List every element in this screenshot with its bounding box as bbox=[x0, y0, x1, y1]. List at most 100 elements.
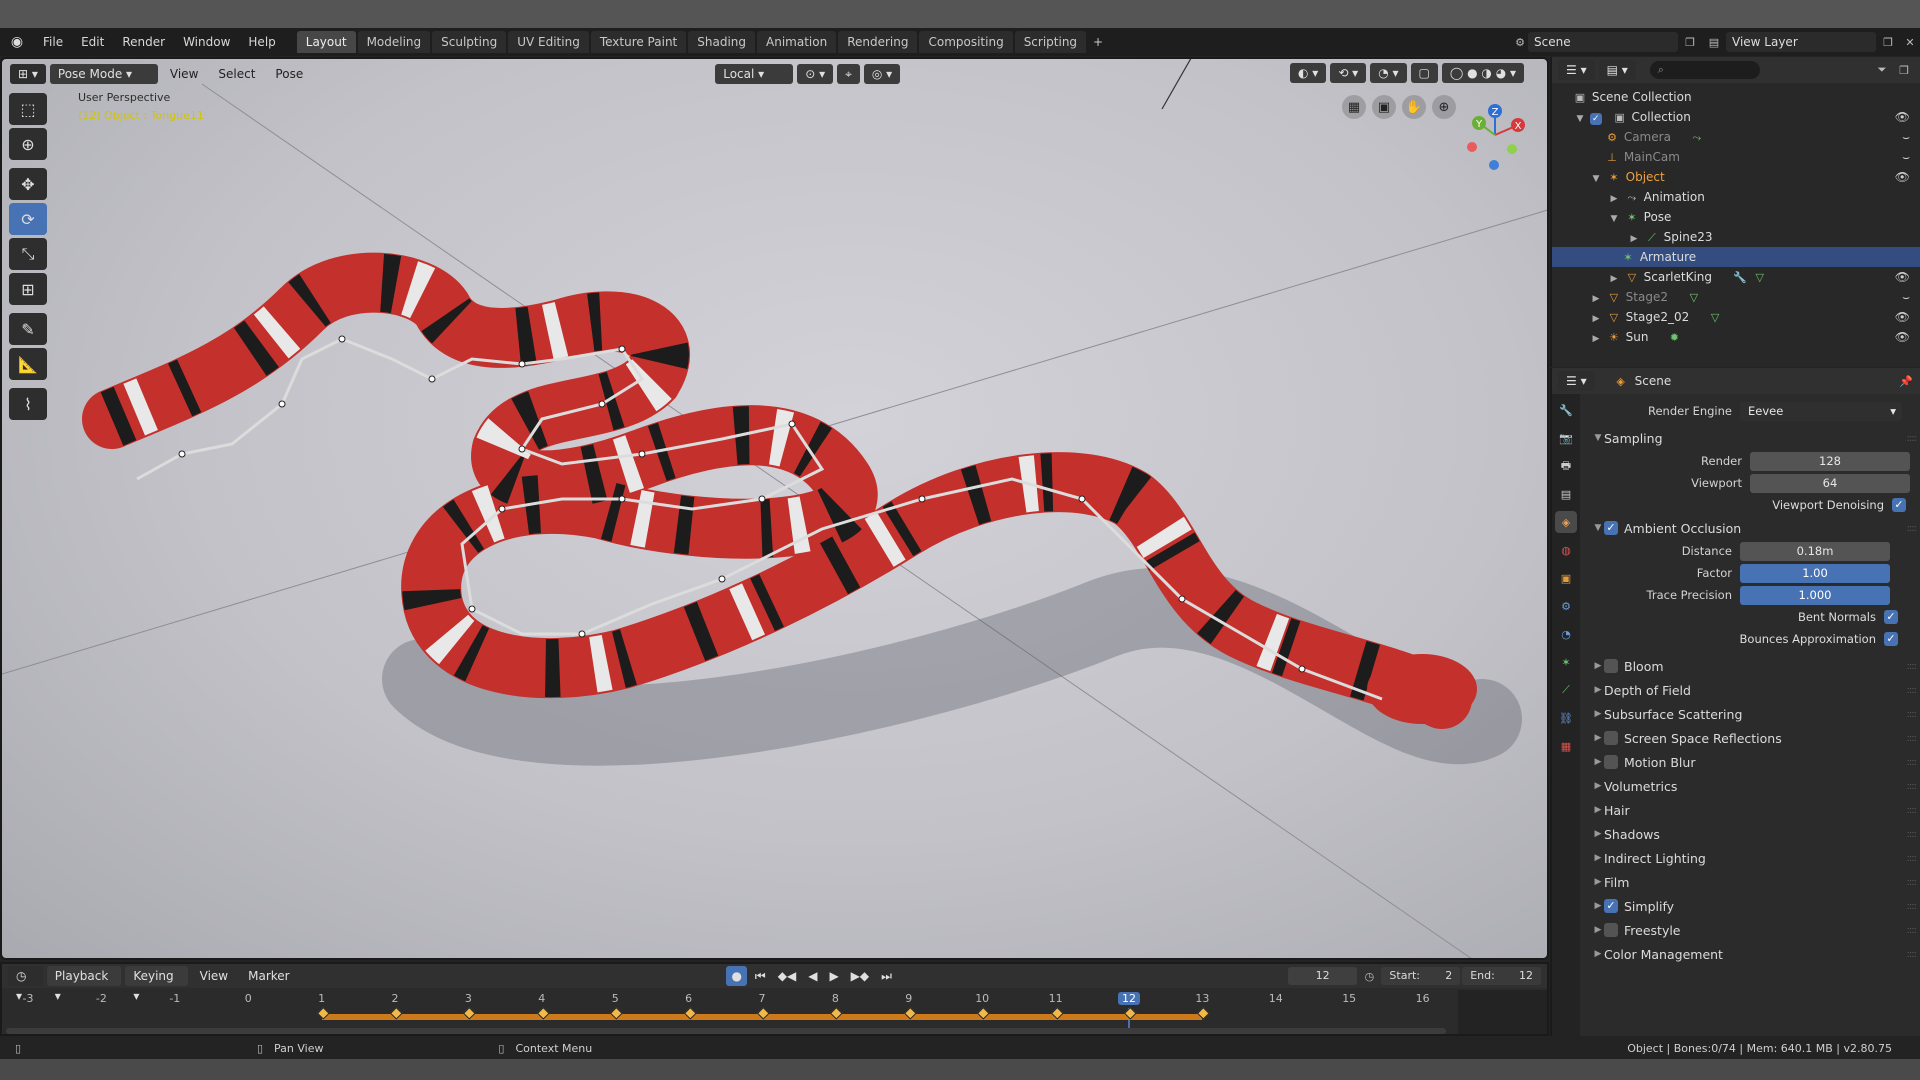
display-mode-button[interactable]: ▤ ▾ bbox=[1598, 60, 1636, 80]
outliner-row[interactable]: ▼ ✶ Object 👁 bbox=[1552, 167, 1920, 187]
neg-z-axis-icon[interactable] bbox=[1489, 160, 1499, 170]
pivot-point-button[interactable]: ⊙ ▾ bbox=[797, 64, 834, 84]
move-icon[interactable]: ✥ bbox=[9, 168, 47, 200]
view-layer-icon[interactable]: ▤ bbox=[1702, 36, 1726, 49]
render-samples-field[interactable]: 128 bbox=[1750, 451, 1910, 471]
render-tab-icon[interactable]: 📷 bbox=[1555, 427, 1577, 449]
copy-view-layer-icon[interactable]: ❐ bbox=[1876, 36, 1900, 49]
snake-head[interactable] bbox=[1367, 654, 1477, 724]
armature-tab-icon[interactable]: ✶ bbox=[1555, 651, 1577, 673]
bone-tab-icon[interactable]: ⟋ bbox=[1555, 679, 1577, 701]
viewport-denoising-checkbox[interactable]: ✓ bbox=[1892, 498, 1906, 512]
bloom-checkbox[interactable] bbox=[1604, 659, 1618, 673]
exclude-checkbox[interactable]: ✓ bbox=[1589, 113, 1602, 125]
snap-button[interactable]: ⌖ bbox=[837, 64, 860, 84]
transform-orientation-dropdown[interactable]: Local ▾ bbox=[715, 64, 794, 84]
expand-icon[interactable]: ▼ bbox=[1590, 169, 1602, 189]
menu-select[interactable]: Select bbox=[210, 64, 263, 84]
properties-editor-type-button[interactable]: ☰ ▾ bbox=[1558, 371, 1595, 391]
drag-handle-icon[interactable]: :::: bbox=[1907, 949, 1918, 960]
timeline-editor-type-button[interactable]: ◷ ▾ bbox=[8, 966, 43, 1003]
copy-scene-icon[interactable]: ❐ bbox=[1678, 36, 1702, 49]
outliner-row[interactable]: ▶ ☀ Sun ✹ 👁 bbox=[1552, 327, 1920, 347]
pin-icon[interactable]: 📌 bbox=[1898, 375, 1914, 388]
menu-pose[interactable]: Pose bbox=[267, 64, 311, 84]
expand-icon[interactable]: ▼ bbox=[1574, 109, 1586, 129]
expand-icon[interactable]: ▶ bbox=[1590, 309, 1602, 329]
prev-keyframe-icon[interactable]: ◆◀ bbox=[774, 966, 800, 986]
select-box-icon[interactable]: ⬚ bbox=[9, 93, 47, 125]
outliner-row[interactable]: ▶ ⟋ Spine23 bbox=[1552, 227, 1920, 247]
section-motion-blur[interactable]: ▶ Motion Blur :::: bbox=[1580, 750, 1920, 774]
drag-handle-icon[interactable]: :::: bbox=[1907, 523, 1918, 534]
eye-icon[interactable]: 👁 bbox=[1895, 327, 1910, 347]
drag-handle-icon[interactable]: :::: bbox=[1907, 709, 1918, 720]
section-indirect-lighting[interactable]: ▶ Indirect Lighting :::: bbox=[1580, 846, 1920, 870]
play-icon[interactable]: ▶ bbox=[825, 966, 842, 986]
shading-modes-button[interactable]: ◯ ● ◑ ◕ ▾ bbox=[1441, 63, 1524, 83]
section-hair[interactable]: ▶ Hair :::: bbox=[1580, 798, 1920, 822]
eye-icon[interactable]: 👁 bbox=[1895, 107, 1910, 127]
cursor-icon[interactable]: ⊕ bbox=[9, 128, 47, 160]
menu-window[interactable]: Window bbox=[174, 31, 239, 53]
outliner-row[interactable]: ▣ Scene Collection bbox=[1552, 87, 1920, 107]
editor-type-button[interactable]: ⊞ ▾ bbox=[10, 64, 46, 84]
neg-x-axis-icon[interactable] bbox=[1467, 142, 1477, 152]
grid-icon[interactable]: ▦ bbox=[1342, 95, 1366, 119]
end-frame-field[interactable]: End: 12 bbox=[1462, 967, 1542, 985]
freestyle-checkbox[interactable] bbox=[1604, 923, 1618, 937]
start-frame-field[interactable]: Start: 2 bbox=[1381, 967, 1461, 985]
blender-logo-icon[interactable]: ◉ bbox=[0, 34, 34, 50]
output-tab-icon[interactable]: 🖶 bbox=[1555, 455, 1577, 477]
menu-edit[interactable]: Edit bbox=[72, 31, 113, 53]
section-sampling[interactable]: ▼ Sampling :::: bbox=[1580, 426, 1920, 450]
drag-handle-icon[interactable]: :::: bbox=[1907, 661, 1918, 672]
menu-help[interactable]: Help bbox=[239, 31, 284, 53]
transform-icon[interactable]: ⊞ bbox=[9, 273, 47, 305]
hidden-eye-icon[interactable]: ⌣ bbox=[1902, 127, 1910, 147]
menu-render[interactable]: Render bbox=[113, 31, 174, 53]
ao-trace-precision-slider[interactable]: 1.000 bbox=[1740, 585, 1890, 605]
texture-tab-icon[interactable]: ▦ bbox=[1555, 735, 1577, 757]
menu-view[interactable]: View bbox=[162, 64, 206, 84]
section-depth-of-field[interactable]: ▶ Depth of Field :::: bbox=[1580, 678, 1920, 702]
tab-shading[interactable]: Shading bbox=[688, 31, 755, 53]
neg-y-axis-icon[interactable] bbox=[1507, 144, 1517, 154]
outliner-row[interactable]: ▼ ✓ ▣ Collection 👁 bbox=[1552, 107, 1920, 127]
outliner-row[interactable]: ▶ ▽ Stage2 ▽ ⌣ bbox=[1552, 287, 1920, 307]
motion-blur-checkbox[interactable] bbox=[1604, 755, 1618, 769]
gizmo-button[interactable]: ⟲ ▾ bbox=[1330, 63, 1367, 83]
scene-tab-icon[interactable]: ◈ bbox=[1555, 511, 1577, 533]
axis-gizmo[interactable]: Z X Y bbox=[1450, 97, 1540, 177]
annotate-icon[interactable]: ✎ bbox=[9, 313, 47, 345]
expand-icon[interactable]: ▼ bbox=[1608, 209, 1620, 229]
view-layer-selector[interactable]: View Layer bbox=[1726, 32, 1876, 52]
jump-start-icon[interactable]: ⏮ bbox=[751, 966, 770, 986]
modifier-tab-icon[interactable]: ⚙ bbox=[1555, 595, 1577, 617]
outliner-row[interactable]: ▼ ✶ Pose bbox=[1552, 207, 1920, 227]
ssr-checkbox[interactable] bbox=[1604, 731, 1618, 745]
tab-texture-paint[interactable]: Texture Paint bbox=[590, 31, 687, 53]
scale-icon[interactable]: ⤡ bbox=[9, 238, 47, 270]
outliner-row[interactable]: ▶ ▽ Stage2_02 ▽ 👁 bbox=[1552, 307, 1920, 327]
outliner-row[interactable]: ▶ ⤳ Animation bbox=[1552, 187, 1920, 207]
expand-icon[interactable]: ▶ bbox=[1590, 289, 1602, 309]
section-volumetrics[interactable]: ▶ Volumetrics :::: bbox=[1580, 774, 1920, 798]
ambient-occlusion-checkbox[interactable]: ✓ bbox=[1604, 521, 1618, 535]
bone-tool-icon[interactable]: ⌇ bbox=[9, 388, 47, 420]
drag-handle-icon[interactable]: :::: bbox=[1907, 853, 1918, 864]
outliner-row[interactable]: ▶ ▽ ScarletKing 🔧 ▽ 👁 bbox=[1552, 267, 1920, 287]
tab-sculpting[interactable]: Sculpting bbox=[432, 31, 507, 53]
next-keyframe-icon[interactable]: ▶◆ bbox=[847, 966, 873, 986]
bent-normals-checkbox[interactable]: ✓ bbox=[1884, 610, 1898, 624]
stopwatch-icon[interactable]: ◷ bbox=[1357, 970, 1381, 983]
outliner-row[interactable]: ⚙ Camera ⤳ ⌣ bbox=[1552, 127, 1920, 147]
drag-handle-icon[interactable]: :::: bbox=[1907, 925, 1918, 936]
viewport-samples-field[interactable]: 64 bbox=[1750, 473, 1910, 493]
tab-scripting[interactable]: Scripting bbox=[1014, 31, 1087, 53]
drag-handle-icon[interactable]: :::: bbox=[1907, 805, 1918, 816]
timeline-marker-menu[interactable]: Marker bbox=[240, 966, 297, 986]
mode-dropdown[interactable]: Pose Mode ▾ bbox=[49, 64, 158, 84]
tab-modeling[interactable]: Modeling bbox=[357, 31, 431, 53]
ao-distance-field[interactable]: 0.18m bbox=[1740, 541, 1890, 561]
